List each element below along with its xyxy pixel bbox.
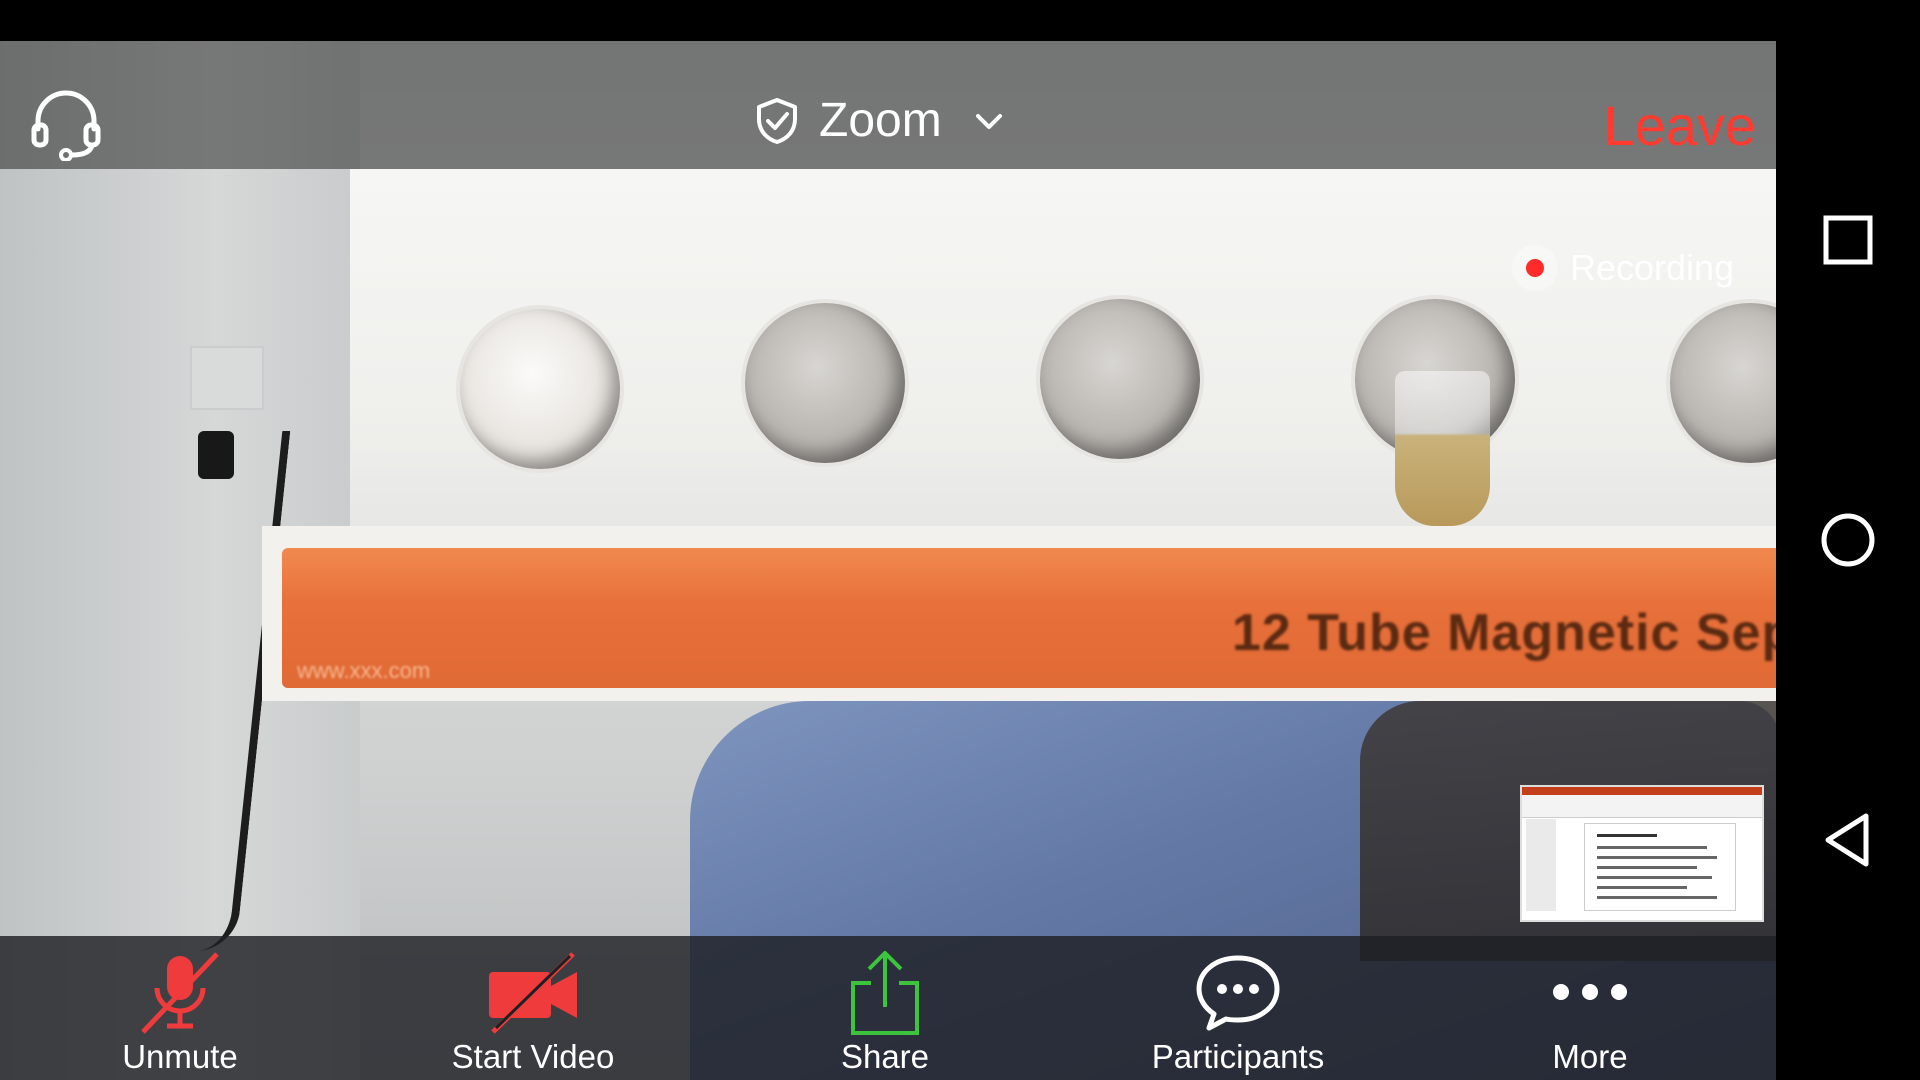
audio-headset-icon[interactable]	[28, 85, 104, 161]
recording-indicator: Recording	[1512, 245, 1734, 291]
participants-button[interactable]: Participants	[1128, 946, 1348, 1076]
recents-square-icon[interactable]	[1818, 210, 1878, 270]
start-video-button[interactable]: Start Video	[423, 946, 643, 1076]
meeting-top-bar: Zoom Leave	[0, 41, 1776, 169]
meeting-toolbar: Unmute Start Video Share Participants Mo…	[0, 936, 1776, 1080]
home-circle-icon[interactable]	[1818, 510, 1878, 570]
sample-tube	[1395, 371, 1490, 526]
video-off-icon	[489, 952, 577, 1034]
more-dots-icon	[1553, 984, 1627, 1000]
chevron-down-icon	[975, 113, 1002, 129]
shared-screen-thumbnail[interactable]	[1520, 785, 1764, 922]
microphone-muted-icon	[141, 952, 219, 1034]
back-triangle-icon[interactable]	[1818, 810, 1878, 870]
meeting-title: Zoom	[819, 94, 942, 147]
orange-label-bar: 12 Tube Magnetic Sep www.xxx.com	[262, 526, 1776, 701]
chat-bubble-icon	[1196, 955, 1280, 1031]
rack-hole	[460, 309, 620, 469]
device-small-text: www.xxx.com	[297, 658, 431, 683]
wall-outlet	[190, 346, 264, 410]
share-label: Share	[840, 1038, 930, 1075]
android-nav-bar	[1776, 0, 1920, 1080]
rack-hole	[745, 303, 905, 463]
device-label-text: 12 Tube Magnetic Sep	[1232, 604, 1776, 662]
participants-label: Participants	[1151, 1038, 1325, 1075]
video-feed: 12 Tube Magnetic Sep www.xxx.com	[0, 41, 1776, 1080]
power-plug	[198, 431, 234, 479]
more-button[interactable]: More	[1480, 946, 1700, 1076]
unmute-button[interactable]: Unmute	[70, 946, 290, 1076]
share-upload-icon	[851, 951, 919, 1035]
share-button[interactable]: Share	[775, 946, 995, 1076]
leave-button[interactable]: Leave	[1603, 93, 1756, 158]
rack-hole	[1040, 299, 1200, 459]
meeting-title-dropdown[interactable]: Zoom	[755, 93, 1006, 148]
recording-dot-icon	[1512, 245, 1558, 291]
start-video-label: Start Video	[451, 1038, 615, 1075]
more-label: More	[1552, 1038, 1628, 1075]
shield-check-icon	[757, 97, 797, 144]
recording-label: Recording	[1570, 247, 1735, 288]
unmute-label: Unmute	[122, 1038, 238, 1075]
